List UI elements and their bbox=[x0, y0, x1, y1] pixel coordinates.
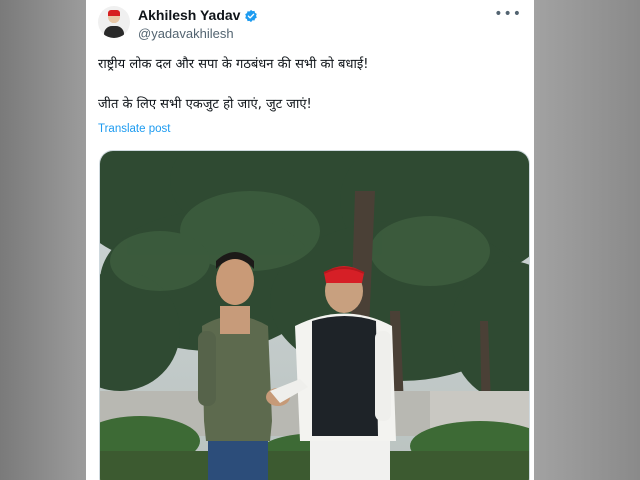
post-text-line-2: जीत के लिए सभी एकजुट हो जाएं, जुट जाएं! bbox=[98, 97, 312, 112]
author-name[interactable]: Akhilesh Yadav bbox=[138, 7, 240, 23]
author-handle[interactable]: @yadavakhilesh bbox=[138, 26, 234, 41]
post-card[interactable]: Akhilesh Yadav @yadavakhilesh ••• राष्ट्… bbox=[86, 0, 534, 480]
author-avatar[interactable] bbox=[98, 6, 130, 38]
post-photo[interactable] bbox=[99, 150, 530, 480]
verified-badge-icon bbox=[244, 8, 258, 23]
avatar-body bbox=[104, 26, 124, 38]
post-text-line-1: राष्ट्रीय लोक दल और सपा के गठबंधन की सभी… bbox=[98, 57, 369, 72]
photo-illustration bbox=[100, 151, 529, 480]
author-name-row[interactable]: Akhilesh Yadav bbox=[138, 7, 258, 23]
avatar-cap bbox=[108, 10, 120, 16]
backdrop-left bbox=[0, 0, 86, 480]
translate-post-link[interactable]: Translate post bbox=[98, 123, 170, 135]
more-horizontal-icon[interactable]: ••• bbox=[494, 6, 522, 22]
backdrop-right bbox=[534, 0, 640, 480]
